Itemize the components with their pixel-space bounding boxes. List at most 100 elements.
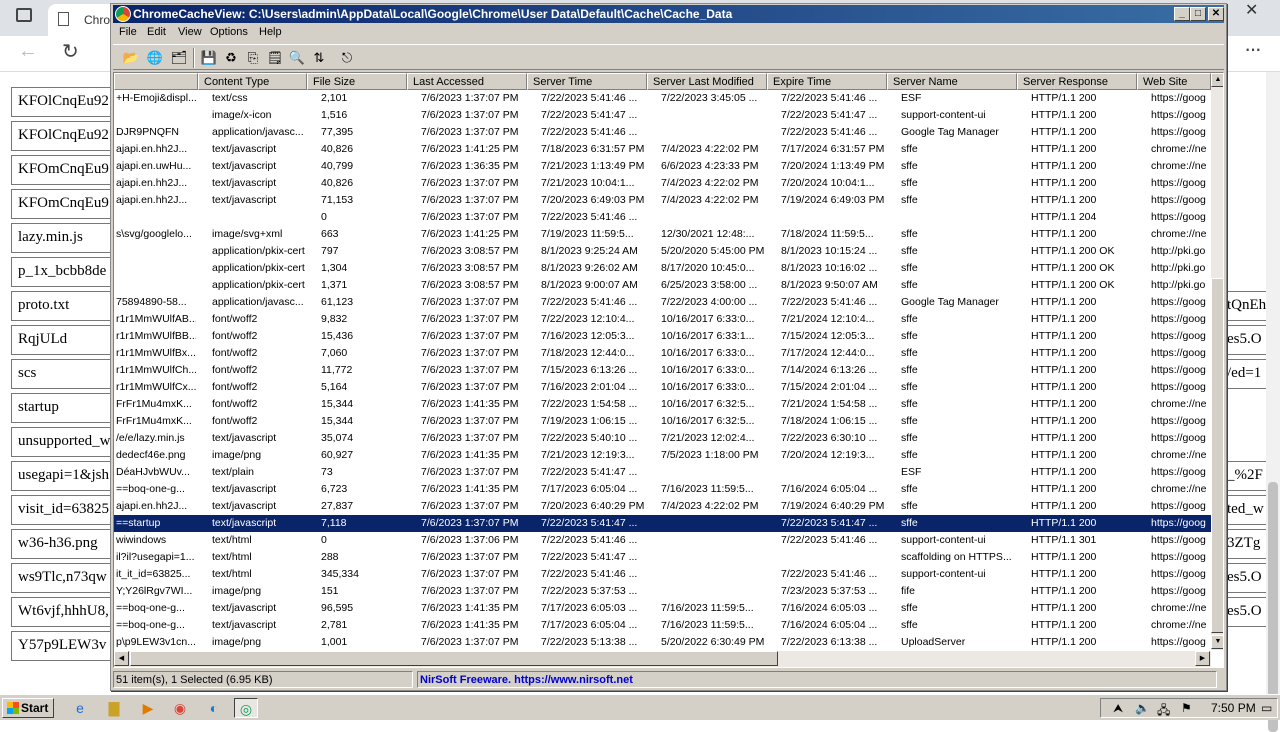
menu-view[interactable]: View — [178, 26, 202, 38]
column-header-web-site[interactable]: Web Site — [1137, 73, 1211, 90]
page-link-item[interactable]: unsupported_w — [11, 427, 111, 457]
table-row[interactable]: DéaHJvbWUv... text/plain 73 7/6/2023 1:37:0… — [114, 464, 1211, 481]
column-header-server-name[interactable]: Server Name — [887, 73, 1017, 90]
page-link-item[interactable]: visit_id=63825 — [11, 495, 111, 525]
table-row[interactable]: FrFr1Mu4mxK... font/woff2 15,344 7/6/2023 1… — [114, 413, 1211, 430]
column-header-server-last-modified[interactable]: Server Last Modified — [647, 73, 767, 90]
tab-search-icon[interactable] — [16, 8, 32, 22]
page-link-item[interactable]: Y57p9LEW3v — [11, 631, 111, 661]
table-row[interactable]: ajapi.en.uwHu... text/javascript 40,799 7/6… — [114, 158, 1211, 175]
horizontal-scroll-thumb[interactable] — [130, 651, 778, 666]
table-row[interactable]: application/pkix-cert 797 7/6/2023 3:08:57… — [114, 243, 1211, 260]
page-link-item[interactable]: KFOlCnqEu92 — [11, 121, 111, 151]
table-row[interactable]: r1r1MmWUlfCx... font/woff2 5,164 7/6/2023 1… — [114, 379, 1211, 396]
save-icon[interactable]: 💾 — [199, 48, 219, 68]
menu-options[interactable]: Options — [210, 26, 248, 38]
page-link-item[interactable]: w36-h36.png — [11, 529, 111, 559]
table-row[interactable]: image/x-icon 1,516 7/6/2023 1:37:07 PM 7/22… — [114, 107, 1211, 124]
explorer-icon[interactable]: ▇ — [102, 698, 126, 718]
copy-icon[interactable]: ⎘ — [243, 48, 263, 68]
vertical-scroll-thumb[interactable] — [1211, 278, 1223, 633]
column-header-server-time[interactable]: Server Time — [527, 73, 647, 90]
table-row[interactable]: p\p9LEW3v1cn... image/png 1,001 7/6/2023 1:… — [114, 634, 1211, 650]
page-link-item[interactable]: KFOlCnqEu92 — [11, 87, 111, 117]
page-link-item[interactable]: scs — [11, 359, 111, 389]
globe-icon[interactable]: 🌐 — [145, 48, 165, 68]
table-row[interactable]: DJR9PNQFN application/javasc... 77,395 7/6/… — [114, 124, 1211, 141]
table-row[interactable]: il?il?usegapi=1... text/html 288 7/6/2023 1… — [114, 549, 1211, 566]
maximize-button[interactable]: □ — [1190, 7, 1206, 21]
find-icon[interactable]: 🔍 — [287, 48, 307, 68]
table-row[interactable]: ajapi.en.hh2J... text/javascript 40,826 7/6… — [114, 141, 1211, 158]
horizontal-scrollbar[interactable]: ◀ ▶ — [114, 651, 1211, 667]
reload-icon[interactable]: ↻ — [62, 39, 79, 64]
page-link-item[interactable]: Wt6vjf,hhhU8, — [11, 597, 111, 627]
ie-icon[interactable]: e — [68, 698, 92, 718]
menu-help[interactable]: Help — [259, 26, 282, 38]
table-row[interactable]: s\svg/googlelo... image/svg+xml 663 7/6/202… — [114, 226, 1211, 243]
table-row[interactable]: dedecf46e.png image/png 60,927 7/6/2023 1:4… — [114, 447, 1211, 464]
exit-icon[interactable]: ⎋ — [337, 48, 357, 68]
clock[interactable]: 7:50 PM — [1211, 701, 1256, 715]
table-row[interactable]: +H-Emoji&displ... text/css 2,101 7/6/2023 1… — [114, 90, 1211, 107]
network-icon[interactable]: 🖧 — [1157, 701, 1170, 722]
nirsoft-link[interactable]: NirSoft Freeware. https://www.nirsoft.ne… — [417, 671, 1217, 688]
menu-file[interactable]: File — [119, 26, 137, 38]
minimize-button[interactable]: _ — [1174, 7, 1190, 21]
column-header-filename[interactable] — [114, 73, 198, 90]
sort-icon[interactable]: ⇅ — [309, 48, 329, 68]
menu-edit[interactable]: Edit — [147, 26, 166, 38]
table-row[interactable]: ==startup text/javascript 7,118 7/6/2023 1:… — [114, 515, 1211, 532]
table-row[interactable]: /e/e/lazy.min.js text/javascript 35,074 7/6… — [114, 430, 1211, 447]
more-menu-icon[interactable]: ··· — [1244, 36, 1262, 62]
table-row[interactable]: r1r1MmWUlfBB... font/woff2 15,436 7/6/2023 … — [114, 328, 1211, 345]
table-row[interactable]: ==boq-one-g... text/javascript 6,723 7/6/20… — [114, 481, 1211, 498]
column-header-server-response[interactable]: Server Response — [1017, 73, 1137, 90]
table-row[interactable]: ajapi.en.hh2J... text/javascript 71,153 7/6… — [114, 192, 1211, 209]
chromecacheview-task-icon[interactable]: ◎ — [234, 698, 258, 718]
page-link-item[interactable]: KFOmCnqEu9 — [11, 189, 111, 219]
browser-tab[interactable]: Chro — [48, 4, 118, 36]
column-header-last-accessed[interactable]: Last Accessed — [407, 73, 527, 90]
chrome-icon[interactable]: ◉ — [168, 698, 192, 718]
copy-folder-icon[interactable]: 🗂 — [169, 48, 189, 68]
scroll-right-icon[interactable]: ▶ — [1195, 651, 1210, 666]
scroll-down-icon[interactable]: ▼ — [1211, 635, 1223, 649]
table-row[interactable]: r1r1MmWUlfCh... font/woff2 11,772 7/6/2023 … — [114, 362, 1211, 379]
scroll-up-icon[interactable]: ▲ — [1211, 73, 1223, 87]
column-header-file-size[interactable]: File Size — [307, 73, 407, 90]
page-link-item[interactable]: usegapi=1&jsh — [11, 461, 111, 491]
table-row[interactable]: r1r1MmWUlfBx... font/woff2 7,060 7/6/2023 1… — [114, 345, 1211, 362]
title-bar[interactable]: ChromeCacheView: C:\Users\admin\AppData\… — [113, 5, 1224, 23]
scroll-left-icon[interactable]: ◀ — [114, 651, 129, 666]
vertical-scrollbar[interactable]: ▲ ▼ — [1211, 73, 1223, 650]
table-row[interactable]: application/pkix-cert 1,371 7/6/2023 3:08:… — [114, 277, 1211, 294]
cache-list-view[interactable]: Content Type File Size Last Accessed Server… — [113, 72, 1224, 668]
table-row[interactable]: Y;Y26lRgv7WI... image/png 151 7/6/2023 1:37… — [114, 583, 1211, 600]
flag-icon[interactable]: ⚑ — [1181, 701, 1192, 715]
open-folder-icon[interactable]: 📂 — [121, 48, 141, 68]
tray-arrow-icon[interactable]: ⮝ — [1113, 701, 1123, 716]
page-link-item[interactable]: ws9Tlc,n73qw — [11, 563, 111, 593]
table-row[interactable]: r1r1MmWUlfAB... font/woff2 9,832 7/6/2023 1… — [114, 311, 1211, 328]
column-header-content-type[interactable]: Content Type — [198, 73, 307, 90]
speaker-icon[interactable]: 🔈 — [1135, 701, 1150, 715]
close-icon[interactable]: ✕ — [1245, 0, 1258, 20]
start-button[interactable]: Start — [2, 698, 54, 718]
table-row[interactable]: it_it_id=63825... text/html 345,334 7/6/202… — [114, 566, 1211, 583]
table-row[interactable]: ajapi.en.hh2J... text/javascript 27,837 7/6… — [114, 498, 1211, 515]
close-button[interactable]: ✕ — [1208, 7, 1224, 21]
media-player-icon[interactable]: ▶ — [136, 698, 160, 718]
table-row[interactable]: 75894890-58... application/javasc... 61,12… — [114, 294, 1211, 311]
page-link-item[interactable]: lazy.min.js — [11, 223, 111, 253]
page-link-item[interactable]: startup — [11, 393, 111, 423]
edge-icon[interactable]: ◐ — [202, 698, 226, 718]
browser-scrollbar[interactable] — [1266, 72, 1280, 732]
page-link-item[interactable]: KFOmCnqEu9 — [11, 155, 111, 185]
table-row[interactable]: ==boq-one-g... text/javascript 2,781 7/6/20… — [114, 617, 1211, 634]
table-row[interactable]: application/pkix-cert 1,304 7/6/2023 3:08:… — [114, 260, 1211, 277]
table-row[interactable]: wiwindows text/html 0 7/6/2023 1:37:06 PM 7/… — [114, 532, 1211, 549]
properties-icon[interactable]: 🗒 — [265, 48, 285, 68]
column-header-expire-time[interactable]: Expire Time — [767, 73, 887, 90]
refresh-icon[interactable]: ♻ — [221, 48, 241, 68]
